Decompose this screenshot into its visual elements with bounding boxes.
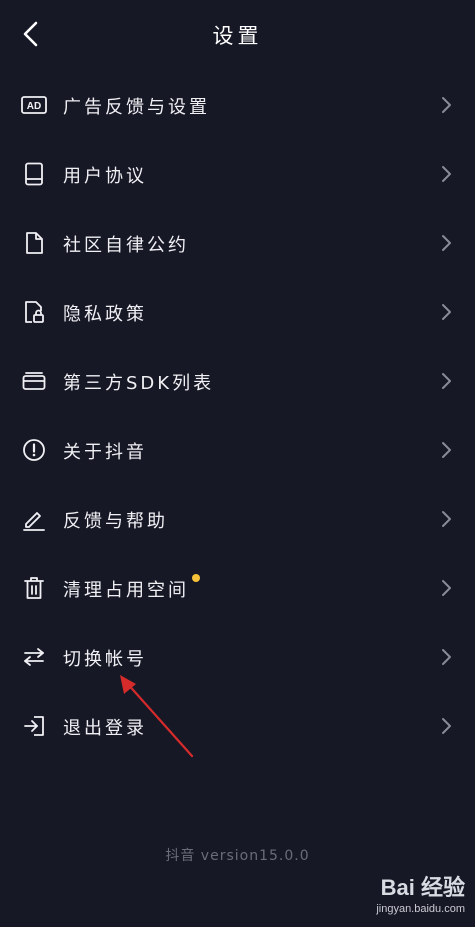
menu-item-switch-account[interactable]: 切换帐号: [0, 622, 475, 691]
pencil-icon: [20, 506, 48, 532]
baidu-watermark: Bai 经验 jingyan.baidu.com: [315, 870, 465, 925]
chevron-right-icon: [442, 649, 451, 665]
menu-item-label: 用户协议: [63, 166, 147, 187]
menu-item-label: 关于抖音: [63, 442, 147, 463]
menu-item-feedback-help[interactable]: 反馈与帮助: [0, 484, 475, 553]
chevron-right-icon: [442, 718, 451, 734]
notification-dot: [192, 574, 200, 582]
menu-item-label: 切换帐号: [63, 649, 147, 670]
menu-item-clear-storage[interactable]: 清理占用空间: [0, 553, 475, 622]
trash-icon: [20, 575, 48, 601]
chevron-right-icon: [442, 97, 451, 113]
menu-item-label: 反馈与帮助: [63, 511, 168, 532]
settings-menu: AD 广告反馈与设置 用户协议 社区自律公约 隐私政策 第三方SDK列表 关于抖…: [0, 70, 475, 760]
menu-item-label-text: 清理占用空间: [63, 580, 189, 601]
menu-item-logout[interactable]: 退出登录: [0, 691, 475, 760]
chevron-right-icon: [442, 304, 451, 320]
book-icon: [20, 161, 48, 187]
annotation-arrow: [120, 675, 194, 758]
privacy-lock-icon: [20, 299, 48, 325]
menu-item-label: 隐私政策: [63, 304, 147, 325]
menu-item-user-agreement[interactable]: 用户协议: [0, 139, 475, 208]
menu-item-about[interactable]: 关于抖音: [0, 415, 475, 484]
chevron-right-icon: [442, 580, 451, 596]
menu-item-community-convention[interactable]: 社区自律公约: [0, 208, 475, 277]
menu-item-label: 第三方SDK列表: [63, 373, 215, 394]
chevron-right-icon: [442, 511, 451, 527]
chevron-right-icon: [442, 166, 451, 182]
header: 设置: [0, 0, 475, 70]
menu-item-label: 社区自律公约: [63, 235, 189, 256]
watermark-logo: Bai 经验: [380, 875, 465, 900]
watermark-url: jingyan.baidu.com: [376, 903, 465, 915]
logout-icon: [20, 713, 48, 739]
menu-item-ad-feedback[interactable]: AD 广告反馈与设置: [0, 70, 475, 139]
info-icon: [20, 437, 48, 463]
switch-arrows-icon: [20, 644, 48, 670]
menu-item-privacy-policy[interactable]: 隐私政策: [0, 277, 475, 346]
chevron-right-icon: [442, 442, 451, 458]
card-icon: [20, 368, 48, 394]
chevron-right-icon: [442, 373, 451, 389]
menu-item-label: 广告反馈与设置: [63, 97, 210, 118]
chevron-right-icon: [442, 235, 451, 251]
menu-item-third-party-sdk[interactable]: 第三方SDK列表: [0, 346, 475, 415]
svg-text:AD: AD: [27, 101, 41, 112]
page-title: 设置: [212, 24, 263, 48]
document-icon: [20, 230, 48, 256]
ad-icon: AD: [20, 92, 48, 118]
menu-item-label: 清理占用空间: [63, 574, 200, 602]
version-text: 抖音 version15.0.0: [165, 848, 310, 864]
